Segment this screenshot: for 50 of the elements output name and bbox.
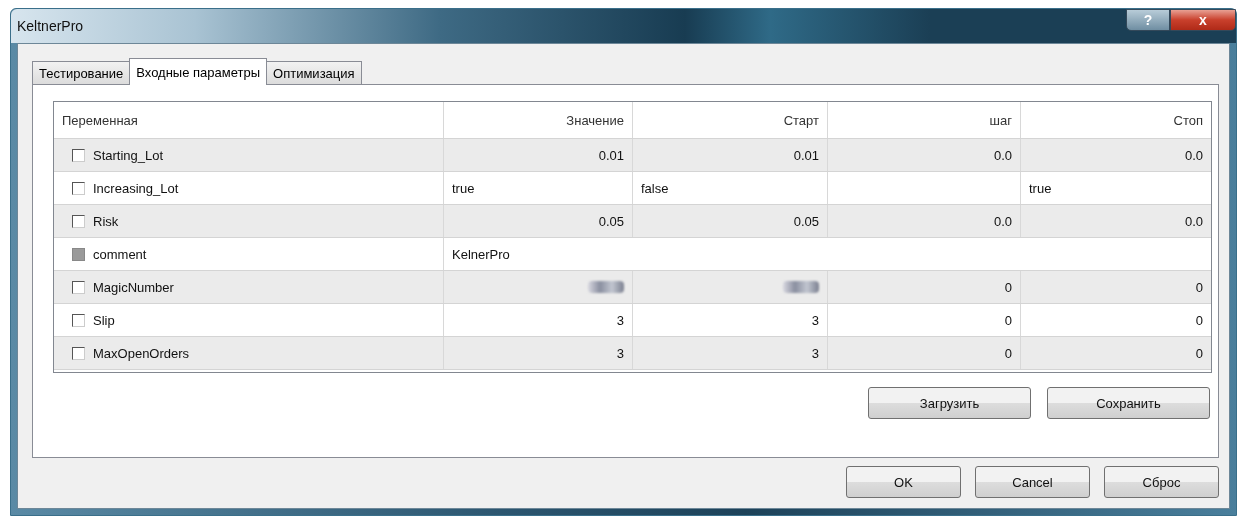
button[interactable]: Cancel (975, 466, 1090, 498)
table-cell: 3 (633, 337, 828, 369)
checkbox[interactable] (72, 214, 85, 228)
table-cell-text: 0 (1194, 344, 1204, 363)
table-cell-text: 0.0 (1183, 146, 1204, 165)
tab[interactable]: Входные параметры (129, 58, 268, 85)
checkbox[interactable] (72, 346, 85, 360)
parameter-name: Slip (93, 312, 115, 328)
table-cell: 3 (633, 304, 828, 336)
table-cell-text: 0 (1194, 278, 1204, 297)
table-cell: 0 (828, 271, 1021, 303)
parameter-name: Increasing_Lot (93, 180, 179, 196)
table-cell: 0.0 (828, 205, 1021, 237)
checkbox[interactable] (72, 313, 85, 327)
table-cell: false (633, 172, 828, 204)
window-title: KeltnerPro (17, 18, 84, 34)
column-header[interactable]: Переменная (54, 102, 444, 138)
table-cell: 3 (444, 337, 633, 369)
parameter-name: MagicNumber (93, 279, 174, 295)
table-cell: true (444, 172, 633, 204)
table-cell-text: KelnerPro (451, 245, 511, 264)
table-cell: 0.01 (633, 139, 828, 171)
parameter-name: Risk (93, 213, 119, 229)
column-header[interactable]: Значение (444, 102, 633, 138)
table-cell: 0.05 (633, 205, 828, 237)
button[interactable]: Сохранить (1047, 387, 1210, 419)
column-header[interactable]: Старт (633, 102, 828, 138)
table-cell-text: true (1028, 179, 1053, 198)
button[interactable]: Сброс (1104, 466, 1219, 498)
column-header[interactable]: Стоп (1021, 102, 1211, 138)
table-cell: 0.0 (828, 139, 1021, 171)
table-cell: 0.01 (444, 139, 633, 171)
checkbox[interactable] (72, 148, 85, 162)
checkbox[interactable] (72, 280, 85, 294)
table-cell-text: 0.0 (1183, 212, 1204, 231)
column-header[interactable]: шаг (828, 102, 1021, 138)
table-cell-text: 0 (1194, 311, 1204, 330)
table-cell: 0 (828, 304, 1021, 336)
close-button[interactable]: x (1170, 9, 1236, 31)
parameter-name: comment (93, 246, 147, 262)
button[interactable]: Загрузить (868, 387, 1031, 419)
table-cell: 0 (828, 337, 1021, 369)
parameter-name: MaxOpenOrders (93, 345, 190, 361)
parameter-name: Starting_Lot (93, 147, 164, 163)
table-cell: 0.05 (444, 205, 633, 237)
tab[interactable]: Тестирование (32, 61, 131, 84)
checkbox[interactable] (72, 181, 85, 195)
tab[interactable]: Оптимизация (266, 61, 362, 84)
button[interactable]: OK (846, 466, 961, 498)
table-cell: 3 (444, 304, 633, 336)
